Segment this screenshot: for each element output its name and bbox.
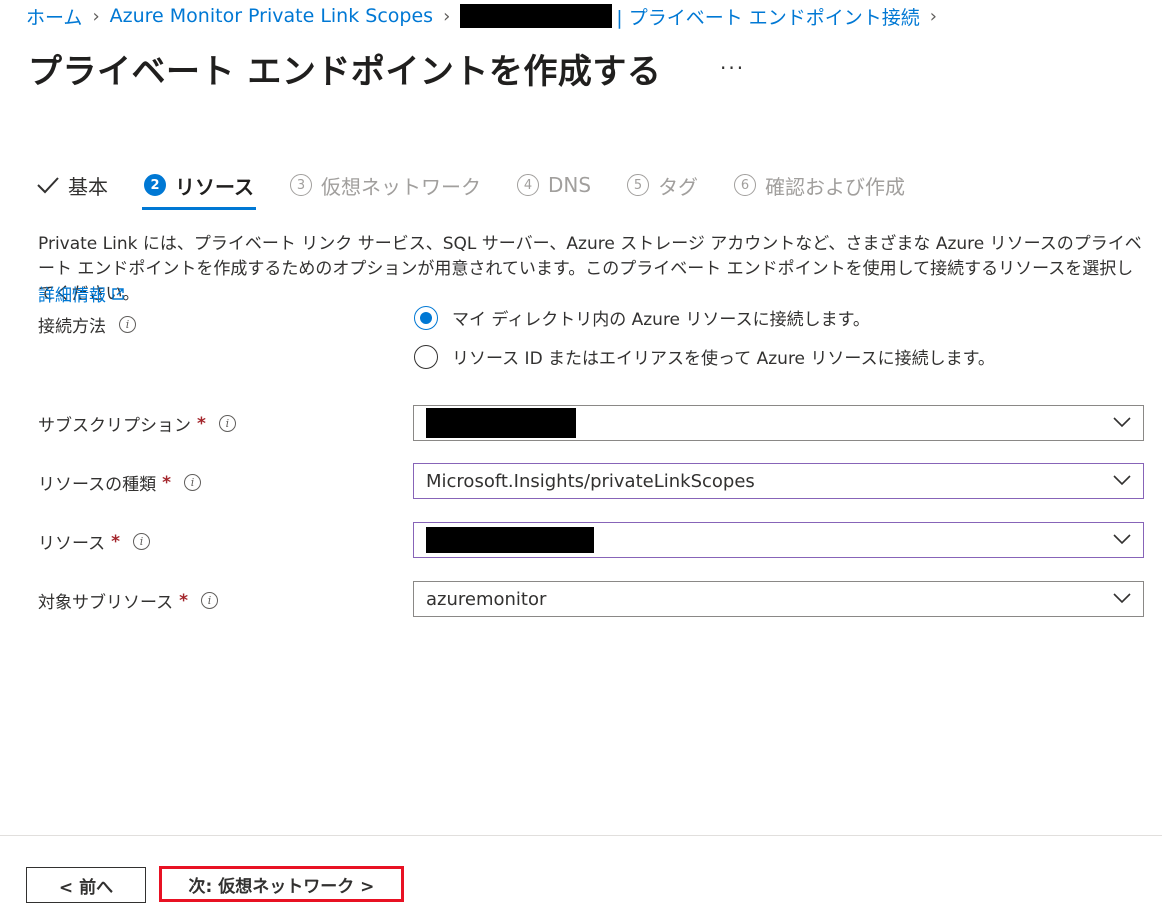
- resource-type-value: Microsoft.Insights/privateLinkScopes: [426, 470, 755, 492]
- subscription-dropdown[interactable]: [413, 405, 1144, 441]
- learn-more-link[interactable]: 詳細情報: [38, 281, 125, 306]
- chevron-right-icon: ›: [443, 5, 451, 27]
- breadcrumb-home-link[interactable]: ホーム: [26, 3, 82, 30]
- next-virtual-network-button[interactable]: 次: 仮想ネットワーク >: [159, 866, 404, 902]
- radio-button-checked[interactable]: [414, 305, 438, 330]
- target-subresource-label-text: 対象サブリソース: [38, 593, 174, 613]
- info-icon[interactable]: i: [218, 415, 236, 432]
- tab-tags-label: タグ: [658, 174, 699, 199]
- resource-type-label-text: リソースの種類: [38, 475, 157, 495]
- learn-more-label: 詳細情報: [38, 286, 106, 306]
- tab-review-create[interactable]: 6 確認および作成: [734, 168, 905, 202]
- description-text: Private Link には、プライベート リンク サービス、SQL サーバー…: [38, 234, 1142, 304]
- subscription-label: サブスクリプション * i: [38, 411, 236, 436]
- page-title: プライベート エンドポイントを作成する: [28, 52, 662, 92]
- tab-dns-label: DNS: [548, 173, 592, 197]
- checkmark-icon: [36, 175, 60, 195]
- footer-divider: [0, 835, 1162, 836]
- radio-connect-my-directory[interactable]: マイ ディレクトリ内の Azure リソースに接続します。: [414, 305, 870, 330]
- chevron-down-icon: [1113, 474, 1131, 486]
- info-icon[interactable]: i: [201, 592, 219, 609]
- target-subresource-dropdown[interactable]: azuremonitor: [413, 581, 1144, 617]
- more-options-button[interactable]: ...: [720, 50, 745, 74]
- resource-type-dropdown[interactable]: Microsoft.Insights/privateLinkScopes: [413, 463, 1144, 499]
- chevron-down-icon: [1113, 592, 1131, 604]
- step-number-badge: 2: [144, 174, 166, 196]
- radio-label: マイ ディレクトリ内の Azure リソースに接続します。: [452, 310, 870, 330]
- chevron-down-icon: [1113, 416, 1131, 428]
- connection-method-label: 接続方法 i: [38, 312, 136, 337]
- breadcrumb-connections-link[interactable]: | プライベート エンドポイント接続: [616, 3, 919, 30]
- info-icon[interactable]: i: [119, 316, 136, 333]
- redacted-scope-name: [460, 4, 613, 28]
- resource-type-label: リソースの種類 * i: [38, 470, 202, 495]
- target-subresource-label: 対象サブリソース * i: [38, 588, 219, 613]
- resource-label-text: リソース: [38, 534, 106, 554]
- tab-virtual-network-label: 仮想ネットワーク: [321, 174, 481, 199]
- tab-review-create-label: 確認および作成: [765, 174, 906, 199]
- chevron-down-icon: [1113, 533, 1131, 545]
- redacted-subscription-value: [426, 408, 576, 438]
- tab-basics[interactable]: 基本: [36, 168, 108, 202]
- tab-resources[interactable]: 2 リソース: [142, 168, 256, 210]
- previous-button[interactable]: < 前へ: [26, 867, 146, 903]
- step-number-badge: 5: [627, 174, 650, 196]
- step-number-badge: 4: [517, 174, 539, 196]
- connection-method-label-text: 接続方法: [38, 317, 106, 337]
- tab-resources-label: リソース: [175, 174, 254, 199]
- breadcrumb-scopes-link[interactable]: Azure Monitor Private Link Scopes: [110, 5, 433, 27]
- tab-basics-label: 基本: [68, 174, 108, 199]
- breadcrumb: ホーム › Azure Monitor Private Link Scopes …: [26, 3, 947, 30]
- wizard-steps: 基本 2 リソース 3 仮想ネットワーク 4 DNS 5 タグ 6 確認および作…: [36, 168, 941, 212]
- required-marker: *: [179, 590, 189, 611]
- external-link-icon: [111, 287, 125, 301]
- radio-connect-resource-id[interactable]: リソース ID またはエイリアスを使って Azure リソースに接続します。: [414, 344, 995, 369]
- required-marker: *: [197, 413, 206, 434]
- redacted-resource-value: [426, 527, 594, 553]
- chevron-right-icon: ›: [929, 5, 937, 27]
- step-number-badge: 6: [734, 174, 757, 196]
- required-marker: *: [162, 472, 172, 493]
- step-number-badge: 3: [290, 174, 312, 196]
- target-subresource-value: azuremonitor: [426, 588, 547, 610]
- resource-label: リソース * i: [38, 529, 151, 554]
- radio-button[interactable]: [414, 344, 438, 369]
- tab-tags[interactable]: 5 タグ: [627, 168, 698, 202]
- info-icon[interactable]: i: [184, 474, 202, 491]
- resource-dropdown[interactable]: [413, 522, 1144, 558]
- required-marker: *: [111, 531, 121, 552]
- radio-label: リソース ID またはエイリアスを使って Azure リソースに接続します。: [452, 349, 995, 369]
- tab-dns[interactable]: 4 DNS: [517, 168, 591, 202]
- subscription-label-text: サブスクリプション: [38, 416, 191, 436]
- tab-virtual-network[interactable]: 3 仮想ネットワーク: [290, 168, 481, 202]
- chevron-right-icon: ›: [92, 5, 100, 27]
- info-icon[interactable]: i: [133, 533, 151, 550]
